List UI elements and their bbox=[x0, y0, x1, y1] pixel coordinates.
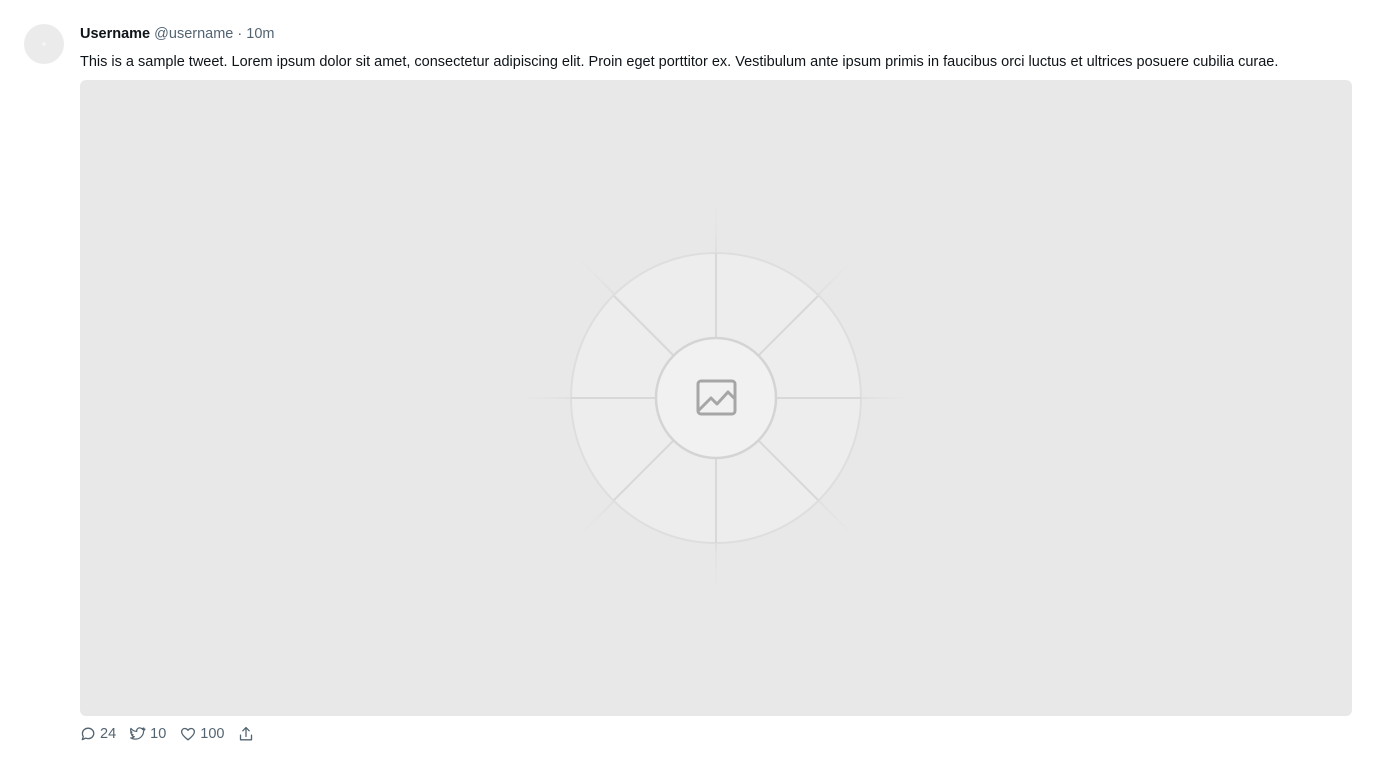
reply-icon bbox=[80, 726, 96, 742]
tweet-content: Username @username · 10m This is a sampl… bbox=[80, 24, 1352, 72]
avatar-dot bbox=[42, 42, 46, 46]
tweet-actions: 24 10 100 bbox=[80, 724, 272, 744]
retweet-icon bbox=[130, 726, 146, 742]
header-separator: · bbox=[237, 26, 243, 42]
reply-button[interactable]: 24 bbox=[80, 726, 116, 742]
share-icon bbox=[238, 726, 254, 742]
share-button[interactable] bbox=[238, 726, 258, 742]
display-name[interactable]: Username bbox=[80, 26, 150, 42]
tweet-timestamp[interactable]: 10m bbox=[246, 26, 274, 42]
reply-count: 24 bbox=[100, 726, 117, 742]
tweet-text: This is a sample tweet. Lorem ipsum dolo… bbox=[80, 54, 1279, 70]
like-count: 100 bbox=[200, 726, 225, 742]
retweet-count: 10 bbox=[150, 726, 167, 742]
user-handle[interactable]: @username bbox=[154, 26, 233, 42]
tweet-card[interactable]: Username @username · 10m This is a sampl… bbox=[0, 0, 1376, 768]
like-button[interactable]: 100 bbox=[180, 726, 224, 742]
heart-icon bbox=[180, 726, 196, 742]
tweet-media[interactable] bbox=[80, 80, 1352, 716]
avatar[interactable] bbox=[24, 24, 64, 64]
tweet-header: Username @username · 10m bbox=[80, 24, 1352, 44]
image-placeholder-graphic bbox=[510, 189, 923, 605]
inner-circle bbox=[654, 336, 778, 460]
retweet-button[interactable]: 10 bbox=[130, 726, 166, 742]
